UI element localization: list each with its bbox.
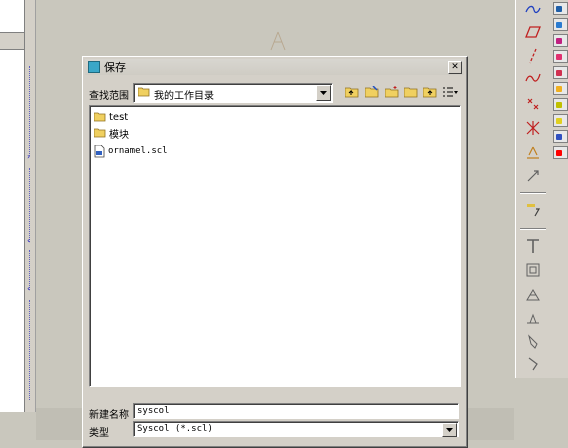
toolbar-separator: [520, 228, 546, 230]
color-swatch[interactable]: [553, 18, 568, 31]
left-bottom-area: [0, 412, 36, 440]
curve-icon[interactable]: [523, 0, 543, 20]
trim-icon[interactable]: [523, 118, 543, 138]
origin-marker-icon: [270, 31, 286, 51]
color-palette: [550, 0, 568, 378]
swatch-color-icon: [556, 38, 562, 44]
file-list[interactable]: test 模块 ornamel.scl: [89, 105, 461, 387]
swatch-color-icon: [556, 6, 562, 12]
type-dropdown[interactable]: Syscol (*.scl): [133, 421, 459, 437]
symbol-icon[interactable]: [523, 284, 543, 304]
dialog-app-icon: [88, 61, 100, 73]
filename-row: 新建名称 syscol: [89, 403, 461, 421]
list-item-file-ornamel[interactable]: ornamel.scl: [94, 144, 168, 158]
folder-icon: [138, 87, 150, 97]
swatch-color-icon: [556, 102, 562, 108]
splitter-grip: [29, 66, 32, 156]
splitter-grip: [29, 168, 32, 242]
color-swatch[interactable]: [553, 98, 568, 111]
favorites-button[interactable]: [402, 84, 420, 100]
splitter-grip: [29, 300, 32, 400]
new-folder-button[interactable]: [383, 84, 401, 100]
folder-icon: [404, 87, 418, 98]
working-dir-icon: [365, 86, 379, 98]
swatch-color-icon: [556, 118, 562, 124]
color-swatch[interactable]: [553, 66, 568, 79]
panel-tabstrip[interactable]: [0, 32, 24, 50]
list-item-folder-test[interactable]: test: [94, 110, 128, 124]
pen-icon[interactable]: [523, 332, 543, 352]
folder-icon: [94, 112, 106, 122]
swatch-color-icon: [556, 150, 562, 156]
panel-splitter[interactable]: › ‹ ‹: [25, 0, 36, 412]
swatch-color-icon: [556, 54, 562, 60]
color-swatch[interactable]: [553, 146, 568, 159]
text-icon[interactable]: [523, 236, 543, 256]
color-swatch[interactable]: [553, 130, 568, 143]
type-label: 类型: [89, 428, 109, 439]
filename-input[interactable]: syscol: [133, 403, 459, 419]
flag-icon[interactable]: [523, 354, 543, 374]
desktop-button[interactable]: [421, 84, 439, 100]
list-view-icon: [443, 87, 458, 97]
link-icon[interactable]: [523, 166, 543, 186]
swatch-color-icon: [556, 86, 562, 92]
frame-icon[interactable]: [523, 260, 543, 280]
folder-icon: [94, 128, 106, 138]
chevron-down-icon[interactable]: [442, 423, 457, 437]
document-icon: [94, 144, 105, 157]
spline-icon[interactable]: [523, 68, 543, 88]
type-row: 类型 Syscol (*.scl): [89, 421, 461, 439]
close-button[interactable]: ✕: [448, 61, 462, 74]
point-icon[interactable]: [523, 94, 543, 114]
weld-icon[interactable]: [523, 308, 543, 328]
right-bottom-area: [515, 378, 568, 440]
color-swatch[interactable]: [553, 34, 568, 47]
toolbar-separator: [520, 192, 546, 194]
filename-label: 新建名称: [89, 410, 129, 421]
splitter-marker-icon: ‹: [27, 236, 31, 245]
model-tree-panel[interactable]: [0, 0, 25, 412]
dimension-icon[interactable]: [523, 142, 543, 162]
color-swatch[interactable]: [553, 114, 568, 127]
up-folder-button[interactable]: [343, 84, 361, 100]
swatch-color-icon: [556, 22, 562, 28]
up-folder-icon: [345, 87, 359, 98]
view-menu-button[interactable]: [441, 84, 459, 100]
parallelogram-icon[interactable]: [523, 22, 543, 42]
dialog-title: 保存: [104, 61, 126, 74]
folder-up-arrow-icon: [423, 87, 437, 98]
dialog-titlebar[interactable]: 保存 ✕: [85, 59, 464, 75]
color-swatch[interactable]: [553, 2, 568, 15]
sketch-toolbar: [515, 0, 551, 378]
file-name: ornamel.scl: [108, 146, 168, 156]
splitter-marker-icon: ›: [27, 152, 31, 161]
chevron-down-icon[interactable]: [316, 85, 331, 101]
save-dialog: 保存 ✕ 查找范围 我的工作目录 test 模块 ornamel.scl 新建名…: [82, 56, 468, 448]
line-icon[interactable]: [523, 46, 543, 66]
note-icon[interactable]: [523, 200, 543, 220]
splitter-marker-icon: ‹: [27, 284, 31, 293]
swatch-color-icon: [556, 134, 562, 140]
look-in-dropdown[interactable]: 我的工作目录: [133, 83, 333, 103]
file-name: test: [109, 111, 129, 123]
list-item-folder-module[interactable]: 模块: [94, 126, 129, 141]
new-folder-icon: [385, 86, 399, 98]
look-in-value: 我的工作目录: [154, 91, 214, 102]
working-dir-button[interactable]: [363, 84, 381, 100]
look-in-row: 查找范围 我的工作目录: [89, 83, 461, 103]
color-swatch[interactable]: [553, 50, 568, 63]
swatch-color-icon: [556, 70, 562, 76]
color-swatch[interactable]: [553, 82, 568, 95]
look-in-label: 查找范围: [89, 91, 129, 102]
type-value: Syscol (*.scl): [137, 424, 213, 434]
file-name: 模块: [109, 129, 129, 141]
